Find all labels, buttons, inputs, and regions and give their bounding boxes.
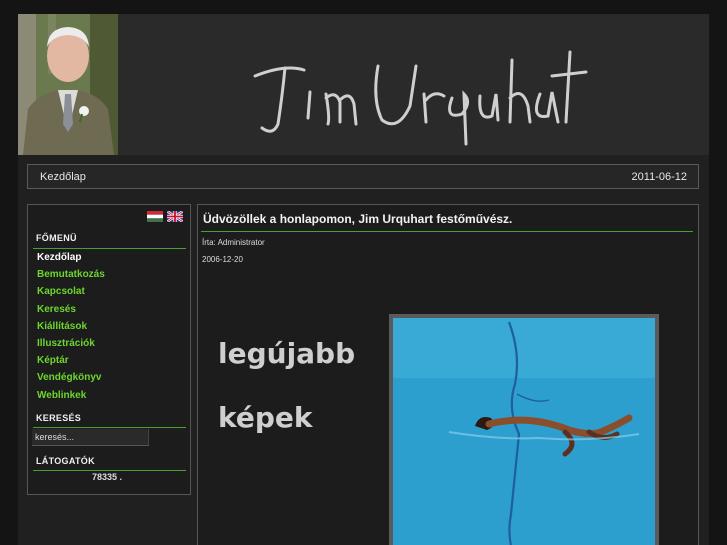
menu-item-kapcsolat[interactable]: Kapcsolat [37,286,105,303]
main-menu-divider [33,248,186,249]
home-breadcrumb[interactable]: Kezdőlap [40,171,86,183]
menu-item-kereses[interactable]: Keresés [37,304,105,321]
search-input[interactable] [32,429,149,446]
search-title: KERESÉS [36,413,82,423]
menu-item-bemutatkozas[interactable]: Bemutatkozás [37,269,105,286]
main-menu-title: FŐMENÜ [36,233,77,243]
sidebar: FŐMENÜ Kezdőlap Bemutatkozás Kapcsolat K… [27,204,191,495]
article-author: Írta: Administrator [202,238,265,247]
article-title: Üdvözöllek a honlapomon, Jim Urquhart fe… [203,212,513,226]
visitors-title: LÁTOGATÓK [36,456,95,466]
hungarian-flag-icon[interactable] [147,211,163,222]
page-frame: Kezdőlap 2011-06-12 FŐMENÜ Kezdőlap Bemu… [18,14,709,545]
signature-logo [253,50,588,146]
current-date: 2011-06-12 [631,171,687,183]
visitors-divider [33,470,186,471]
menu-item-kezdolap[interactable]: Kezdőlap [37,252,105,269]
menu-item-illusztraciok[interactable]: Illusztrációk [37,338,105,355]
swimmer-painting[interactable] [389,314,659,545]
article-title-divider [201,231,693,232]
search-divider [33,427,186,428]
english-flag-icon[interactable] [167,211,183,222]
visitor-counter: 78335 . [92,472,123,482]
promo-line-1: legújabb [218,337,355,370]
artist-portrait [18,14,118,155]
article: Üdvözöllek a honlapomon, Jim Urquhart fe… [197,204,699,545]
promo-line-2: képek [218,401,314,434]
main-menu: Kezdőlap Bemutatkozás Kapcsolat Keresés … [37,252,105,407]
site-header [18,14,709,155]
menu-item-vendegkonyv[interactable]: Vendégkönyv [37,372,105,389]
article-date: 2006-12-20 [202,255,243,264]
newest-pictures-graphic[interactable]: legújabb képek [218,335,378,445]
top-bar: Kezdőlap 2011-06-12 [27,164,699,189]
menu-item-keptar[interactable]: Képtár [37,355,105,372]
menu-item-weblinkek[interactable]: Weblinkek [37,390,105,407]
menu-item-kiallitasok[interactable]: Kiállítások [37,321,105,338]
